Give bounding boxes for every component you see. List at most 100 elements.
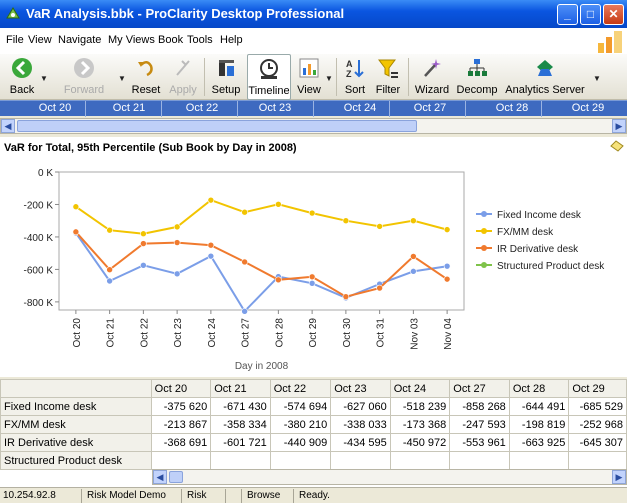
row-label[interactable]: Structured Product desk [0,451,152,470]
status-database: Risk Model Demo [84,489,182,503]
toolbar-separator [336,58,337,96]
row-label[interactable]: IR Derivative desk [0,433,152,452]
table-header-row: Oct 20 Oct 21 Oct 22 Oct 23 Oct 24 Oct 2… [0,379,627,398]
table-cell: -685 529 [568,397,627,416]
series-point [106,277,113,285]
row-label[interactable]: FX/MM desk [0,415,152,434]
grid-scroll-thumb[interactable] [169,471,183,483]
timeline-button[interactable]: Timeline [247,54,291,100]
series-point [308,279,316,287]
wizard-button[interactable]: Wizard [412,54,452,100]
table-cell: -553 961 [449,433,510,452]
table-cell [389,451,451,470]
timeline-divider [541,101,542,117]
reset-button[interactable]: Reset [128,54,164,100]
table-header-cell[interactable]: Oct 20 [150,379,212,398]
timeline-tick[interactable]: Oct 24 [330,102,390,114]
table-header-cell[interactable]: Oct 21 [210,379,271,398]
grid-scrollbar[interactable]: ◀ ▶ [152,469,627,485]
table-cell [150,451,212,470]
table-header-cell[interactable]: Oct 28 [508,379,570,398]
decomp-tree-icon [468,59,487,76]
timeline-divider [161,101,162,117]
series-point [106,266,113,273]
timeline-tick[interactable]: Oct 23 [245,102,305,114]
forward-button[interactable]: Forward [54,54,114,100]
row-label[interactable]: Fixed Income desk [0,397,152,416]
menu-my-views[interactable]: My Views [108,34,155,46]
timeline-tick[interactable]: Oct 22 [172,102,232,114]
legend-label: FX/MM desk [497,227,554,238]
timeline-tick[interactable]: Oct 20 [25,102,85,114]
scroll-thumb[interactable] [17,120,417,132]
legend-marker [481,228,487,234]
table-row: Structured Product desk [0,451,627,470]
analytics-dropdown-icon[interactable]: ▼ [593,74,601,83]
table-cell: -644 491 [508,397,570,416]
status-server: 10.254.92.8 [0,489,82,503]
table-cell [210,451,271,470]
grid-scroll-left-arrow-icon[interactable]: ◀ [153,470,167,484]
scroll-right-arrow-icon[interactable]: ▶ [612,119,626,133]
series-point [376,223,383,230]
apply-button[interactable]: Apply [166,54,200,100]
close-button[interactable]: ✕ [603,4,624,25]
status-message: Ready. [299,490,330,501]
table-cell: -663 925 [508,433,570,452]
x-tick-label: Oct 23 [173,318,184,348]
series-point [342,293,350,300]
timeline-tick[interactable]: Oct 29 [558,102,618,114]
clock-icon [260,59,278,79]
series-point [72,203,80,211]
timeline-tick[interactable]: Oct 28 [482,102,542,114]
sort-button[interactable]: AZ Sort [340,54,370,100]
menu-bar: File View Navigate My Views Book Tools H… [0,28,627,54]
table-header-cell[interactable]: Oct 24 [389,379,451,398]
back-dropdown-icon[interactable]: ▼ [40,74,48,83]
grid-scroll-right-arrow-icon[interactable]: ▶ [612,470,626,484]
table-cell: -645 307 [568,433,627,452]
table-header-cell[interactable]: Oct 22 [269,379,332,398]
timeline-scrollbar[interactable]: ◀ ▶ [0,118,627,134]
view-button[interactable]: View [294,54,324,100]
chart-title: VaR for Total, 95th Percentile (Sub Book… [4,142,297,154]
table-cell: -247 593 [449,415,510,434]
series-point [72,228,80,236]
forward-dropdown-icon[interactable]: ▼ [118,74,126,83]
menu-navigate[interactable]: Navigate [58,34,101,46]
back-arrow-icon [12,58,32,78]
view-dropdown-icon[interactable]: ▼ [325,74,333,83]
menu-file[interactable]: File [6,34,24,46]
back-button[interactable]: Back [2,54,42,100]
scroll-left-arrow-icon[interactable]: ◀ [1,119,15,133]
analytics-server-button[interactable]: Analytics Server [502,54,588,100]
minimize-button[interactable]: _ [557,4,578,25]
table-cell: -671 430 [210,397,271,416]
maximize-button[interactable]: □ [580,4,601,25]
timeline-divider [465,101,466,117]
timeline-tick[interactable]: Oct 27 [400,102,460,114]
filter-button[interactable]: Filter [372,54,404,100]
menu-help[interactable]: Help [220,34,243,46]
menu-book[interactable]: Book [158,34,183,46]
table-cell: -358 334 [210,415,271,434]
timeline-divider [85,101,86,117]
toolbar: Back ▼ Forward ▼ Reset Apply Setup Timel… [0,54,627,100]
table-header-cell[interactable]: Oct 23 [330,379,391,398]
table-cell: -434 595 [330,433,391,452]
note-icon[interactable] [610,140,624,152]
series-point [376,284,383,292]
decomp-button[interactable]: Decomp [454,54,500,100]
table-cell: -518 239 [389,397,451,416]
timeline-bar[interactable]: Oct 20 Oct 21 Oct 22 Oct 23 Oct 24 Oct 2… [0,100,627,117]
timeline-tick[interactable]: Oct 21 [99,102,159,114]
table-header-cell[interactable]: Oct 27 [449,379,510,398]
table-cell: -368 691 [150,433,212,452]
setup-button[interactable]: Setup [208,54,244,100]
menu-tools[interactable]: Tools [187,34,213,46]
series-point [241,308,248,315]
menu-view[interactable]: View [28,34,52,46]
table-header-cell[interactable]: Oct 29 [568,379,627,398]
legend-label: Fixed Income desk [497,210,582,221]
apply-icon [176,60,190,76]
